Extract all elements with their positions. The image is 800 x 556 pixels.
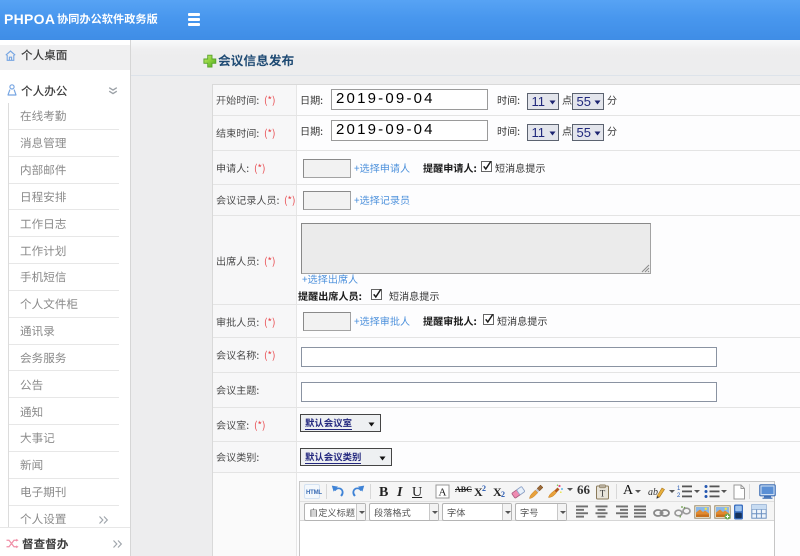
svg-text:1: 1 — [677, 486, 681, 492]
svg-text:A: A — [439, 487, 447, 499]
svg-text:ab: ab — [648, 487, 658, 498]
svg-text:2: 2 — [677, 493, 681, 499]
svg-text:T: T — [600, 489, 606, 499]
